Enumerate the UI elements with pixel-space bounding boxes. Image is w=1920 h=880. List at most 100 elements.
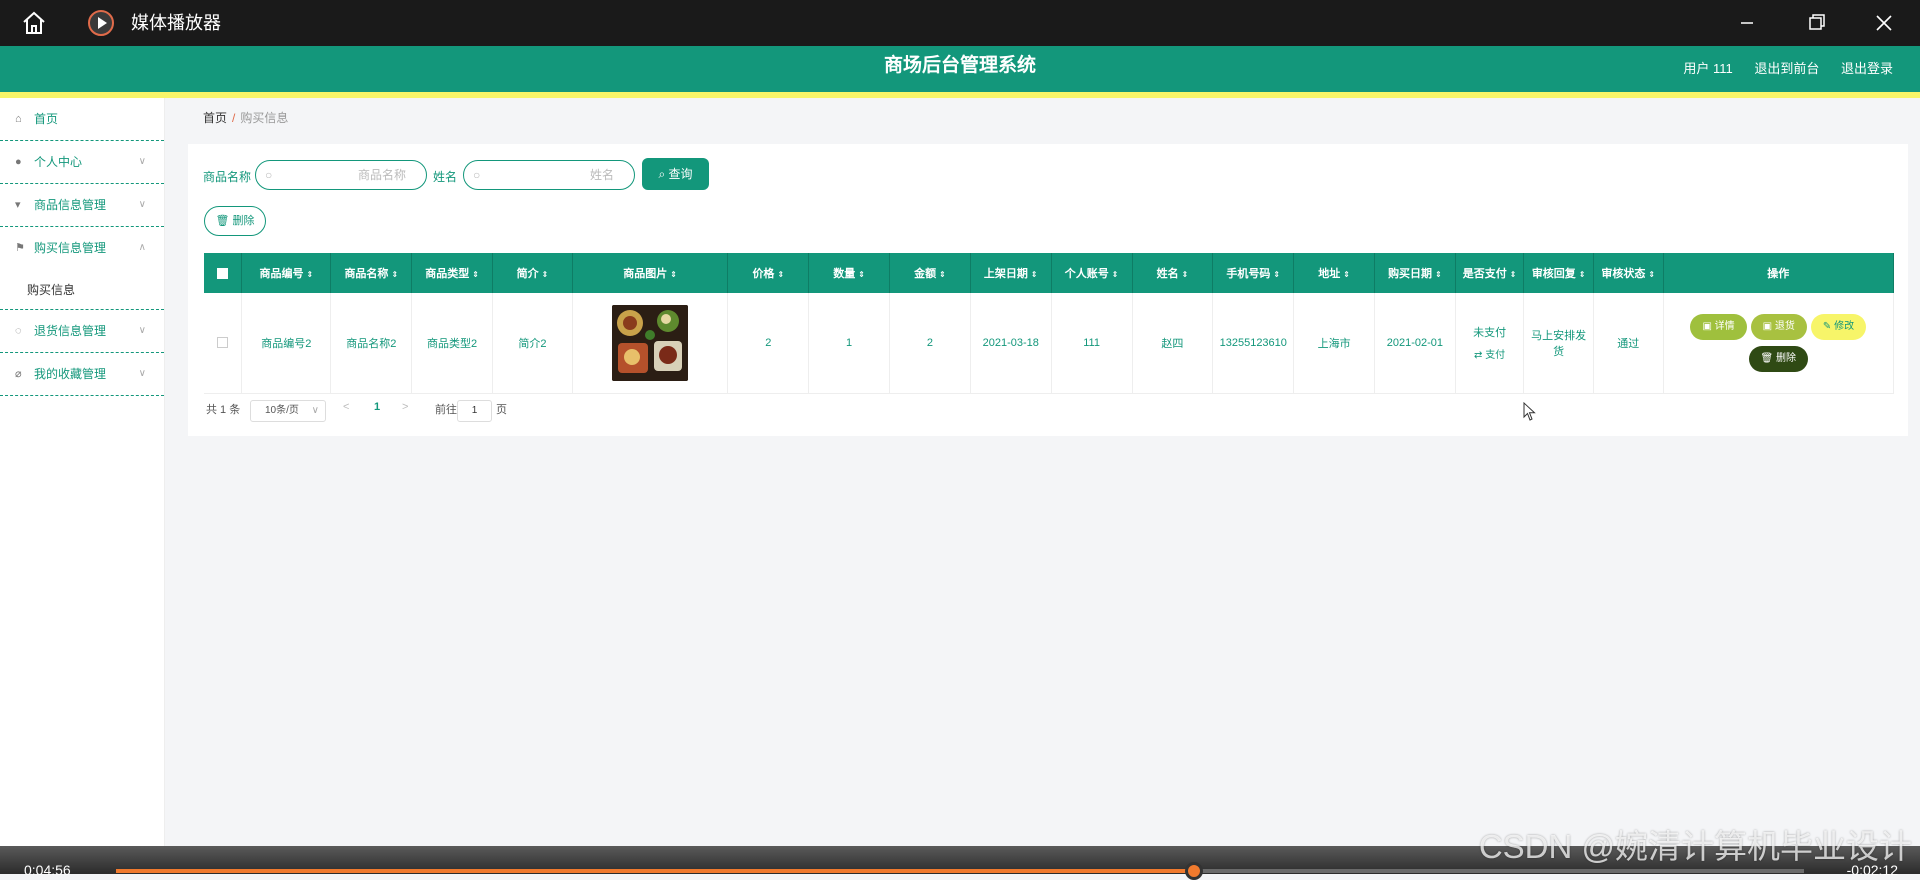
sidebar-item-home[interactable]: ⌂ 首页 xyxy=(0,98,164,141)
delete-button[interactable]: 🗑 删除 xyxy=(1748,345,1808,372)
edit-icon: ✎ xyxy=(1822,320,1835,332)
column-header[interactable]: 价格 ⇕ xyxy=(727,253,810,293)
column-header[interactable]: 简介 ⇕ xyxy=(492,253,573,293)
detail-icon: ▣ xyxy=(1702,320,1715,332)
table-header-row: 商品编号 ⇕ 商品名称 ⇕ 商品类型 ⇕ 简介 ⇕ 商品图片 ⇕ 价格 ⇕ 数量 ⇕ 金额 ⇕ … xyxy=(204,253,1895,293)
cell-name: 赵四 xyxy=(1132,293,1214,394)
sort-icon[interactable]: ⇕ xyxy=(391,270,398,279)
sidebar-item-favorites[interactable]: ⌀ 我的收藏管理 ∨ xyxy=(0,353,164,396)
sort-icon[interactable]: ⇕ xyxy=(670,270,677,279)
trash-icon: 🗑 xyxy=(1760,352,1776,364)
sort-icon[interactable]: ⇕ xyxy=(542,270,549,279)
delete-button-label: 删除 xyxy=(1776,352,1796,364)
sort-icon[interactable]: ⇕ xyxy=(1648,270,1655,279)
column-header[interactable]: 地址 ⇕ xyxy=(1293,253,1375,293)
home-icon[interactable] xyxy=(20,11,48,35)
sidebar-item-personal-center[interactable]: ● 个人中心 ∨ xyxy=(0,141,164,184)
food-photo-icon xyxy=(612,304,689,381)
sidebar: ⌂ 首页 ● 个人中心 ∨ ▾ 商品信息管理 ∨ ⚑ 购买信息管理 ∧ 购买信息… xyxy=(0,98,165,846)
breadcrumb-separator: / xyxy=(232,111,236,125)
close-icon[interactable] xyxy=(1868,9,1900,37)
restore-icon[interactable] xyxy=(1800,9,1832,37)
sort-icon[interactable]: ⇕ xyxy=(1112,270,1119,279)
column-header[interactable]: 商品类型 ⇕ xyxy=(411,253,494,293)
sort-icon[interactable]: ⇕ xyxy=(307,270,314,279)
select-all-cell[interactable] xyxy=(204,253,243,293)
seek-handle[interactable] xyxy=(1184,862,1203,880)
goods-icon: ▾ xyxy=(15,199,21,211)
row-checkbox[interactable] xyxy=(217,337,229,349)
sidebar-item-purchase[interactable]: ⚑ 购买信息管理 ∧ xyxy=(0,227,164,270)
sort-icon[interactable]: ⇕ xyxy=(858,270,865,279)
product-name-input[interactable] xyxy=(328,167,408,183)
detail-button-label: 详情 xyxy=(1714,320,1735,332)
cell-amount: 2 xyxy=(889,293,971,394)
current-time: 0:04:56 xyxy=(24,862,71,878)
page-size-value: 10条/页 xyxy=(265,405,299,416)
chevron-down-icon: ∨ xyxy=(138,368,146,379)
column-header[interactable]: 个人账号 ⇕ xyxy=(1051,253,1133,293)
column-header[interactable]: 上架日期 ⇕ xyxy=(970,253,1052,293)
purchase-table: 商品编号 ⇕ 商品名称 ⇕ 商品类型 ⇕ 简介 ⇕ 商品图片 ⇕ 价格 ⇕ 数量 ⇕ 金额 ⇕ … xyxy=(204,253,1895,394)
page-size-select[interactable]: 10条/页 ∨ xyxy=(250,400,326,422)
sort-icon[interactable]: ⇕ xyxy=(1031,270,1038,279)
detail-button[interactable]: ▣ 详情 xyxy=(1690,313,1747,340)
sort-icon[interactable]: ⇕ xyxy=(1579,270,1586,279)
name-search-box[interactable]: ○ xyxy=(463,160,635,190)
pay-link[interactable]: ⇄ 支付 xyxy=(1460,346,1520,361)
return-button[interactable]: ▣ 退货 xyxy=(1750,313,1807,340)
sort-icon[interactable]: ⇕ xyxy=(1343,270,1350,279)
column-header[interactable]: 商品名称 ⇕ xyxy=(330,253,413,293)
column-header[interactable]: 数量 ⇕ xyxy=(808,253,891,293)
sidebar-subitem-purchase-info[interactable]: 购买信息 xyxy=(0,270,164,310)
cell-address: 上海市 xyxy=(1293,293,1375,394)
pay-icon: ⇄ xyxy=(1474,350,1486,362)
column-header[interactable]: 是否支付 ⇕ xyxy=(1455,253,1525,293)
sidebar-item-goods[interactable]: ▾ 商品信息管理 ∨ xyxy=(0,184,164,227)
name-input[interactable] xyxy=(536,167,616,183)
return-button-label: 退货 xyxy=(1774,320,1795,332)
column-header[interactable]: 手机号码 ⇕ xyxy=(1212,253,1295,293)
column-header[interactable]: 购买日期 ⇕ xyxy=(1374,253,1456,293)
batch-delete-label: 删除 xyxy=(232,215,255,227)
select-all-checkbox[interactable] xyxy=(217,267,229,279)
cell-product-image xyxy=(572,293,729,394)
cell-review-status: 通过 xyxy=(1593,293,1664,394)
sort-icon[interactable]: ⇕ xyxy=(472,270,479,279)
product-search-box[interactable]: ○ xyxy=(255,160,427,190)
prev-page-icon[interactable]: < xyxy=(343,401,349,413)
batch-delete-button[interactable]: 🗑 删除 xyxy=(204,206,266,236)
app-header: 商场后台管理系统 用户 111 退出到前台 退出登录 xyxy=(0,46,1920,92)
row-select-cell[interactable] xyxy=(204,293,243,394)
page-unit-label: 页 xyxy=(496,404,507,416)
column-header[interactable]: 商品图片 ⇕ xyxy=(572,253,729,293)
column-header[interactable]: 金额 ⇕ xyxy=(889,253,971,293)
sort-icon[interactable]: ⇕ xyxy=(777,270,784,279)
goto-page-input[interactable]: 1 xyxy=(457,400,492,422)
sort-icon[interactable]: ⇕ xyxy=(939,270,946,279)
seek-bar[interactable] xyxy=(116,862,1804,880)
sidebar-item-label: 个人中心 xyxy=(34,155,83,169)
breadcrumb-home[interactable]: 首页 xyxy=(203,111,227,125)
edit-button[interactable]: ✎ 修改 xyxy=(1810,313,1867,340)
sort-icon[interactable]: ⇕ xyxy=(1510,270,1517,279)
chevron-up-icon: ∧ xyxy=(138,242,146,253)
column-header[interactable]: 姓名 ⇕ xyxy=(1132,253,1214,293)
next-page-icon[interactable]: > xyxy=(402,401,408,413)
trash-icon: 🗑 xyxy=(215,215,233,227)
column-header[interactable]: 商品编号 ⇕ xyxy=(241,253,332,293)
column-header[interactable]: 审核状态 ⇕ xyxy=(1593,253,1664,293)
query-button[interactable]: ⌕ 查询 xyxy=(642,158,709,190)
back-to-front-link[interactable]: 退出到前台 xyxy=(1754,61,1819,76)
minimize-icon[interactable] xyxy=(1731,9,1763,37)
sort-icon[interactable]: ⇕ xyxy=(1435,270,1442,279)
current-page-number[interactable]: 1 xyxy=(374,401,380,413)
column-header[interactable]: 审核回复 ⇕ xyxy=(1523,253,1594,293)
cell-product-no: 商品编号2 xyxy=(241,293,332,394)
sort-icon[interactable]: ⇕ xyxy=(1273,270,1280,279)
sidebar-item-returns[interactable]: ◌ 退货信息管理 ∨ xyxy=(0,310,164,353)
logout-link[interactable]: 退出登录 xyxy=(1841,61,1893,76)
user-label: 用户 111 xyxy=(1683,61,1733,76)
sort-icon[interactable]: ⇕ xyxy=(1182,270,1189,279)
chevron-down-icon: ∨ xyxy=(138,156,146,167)
